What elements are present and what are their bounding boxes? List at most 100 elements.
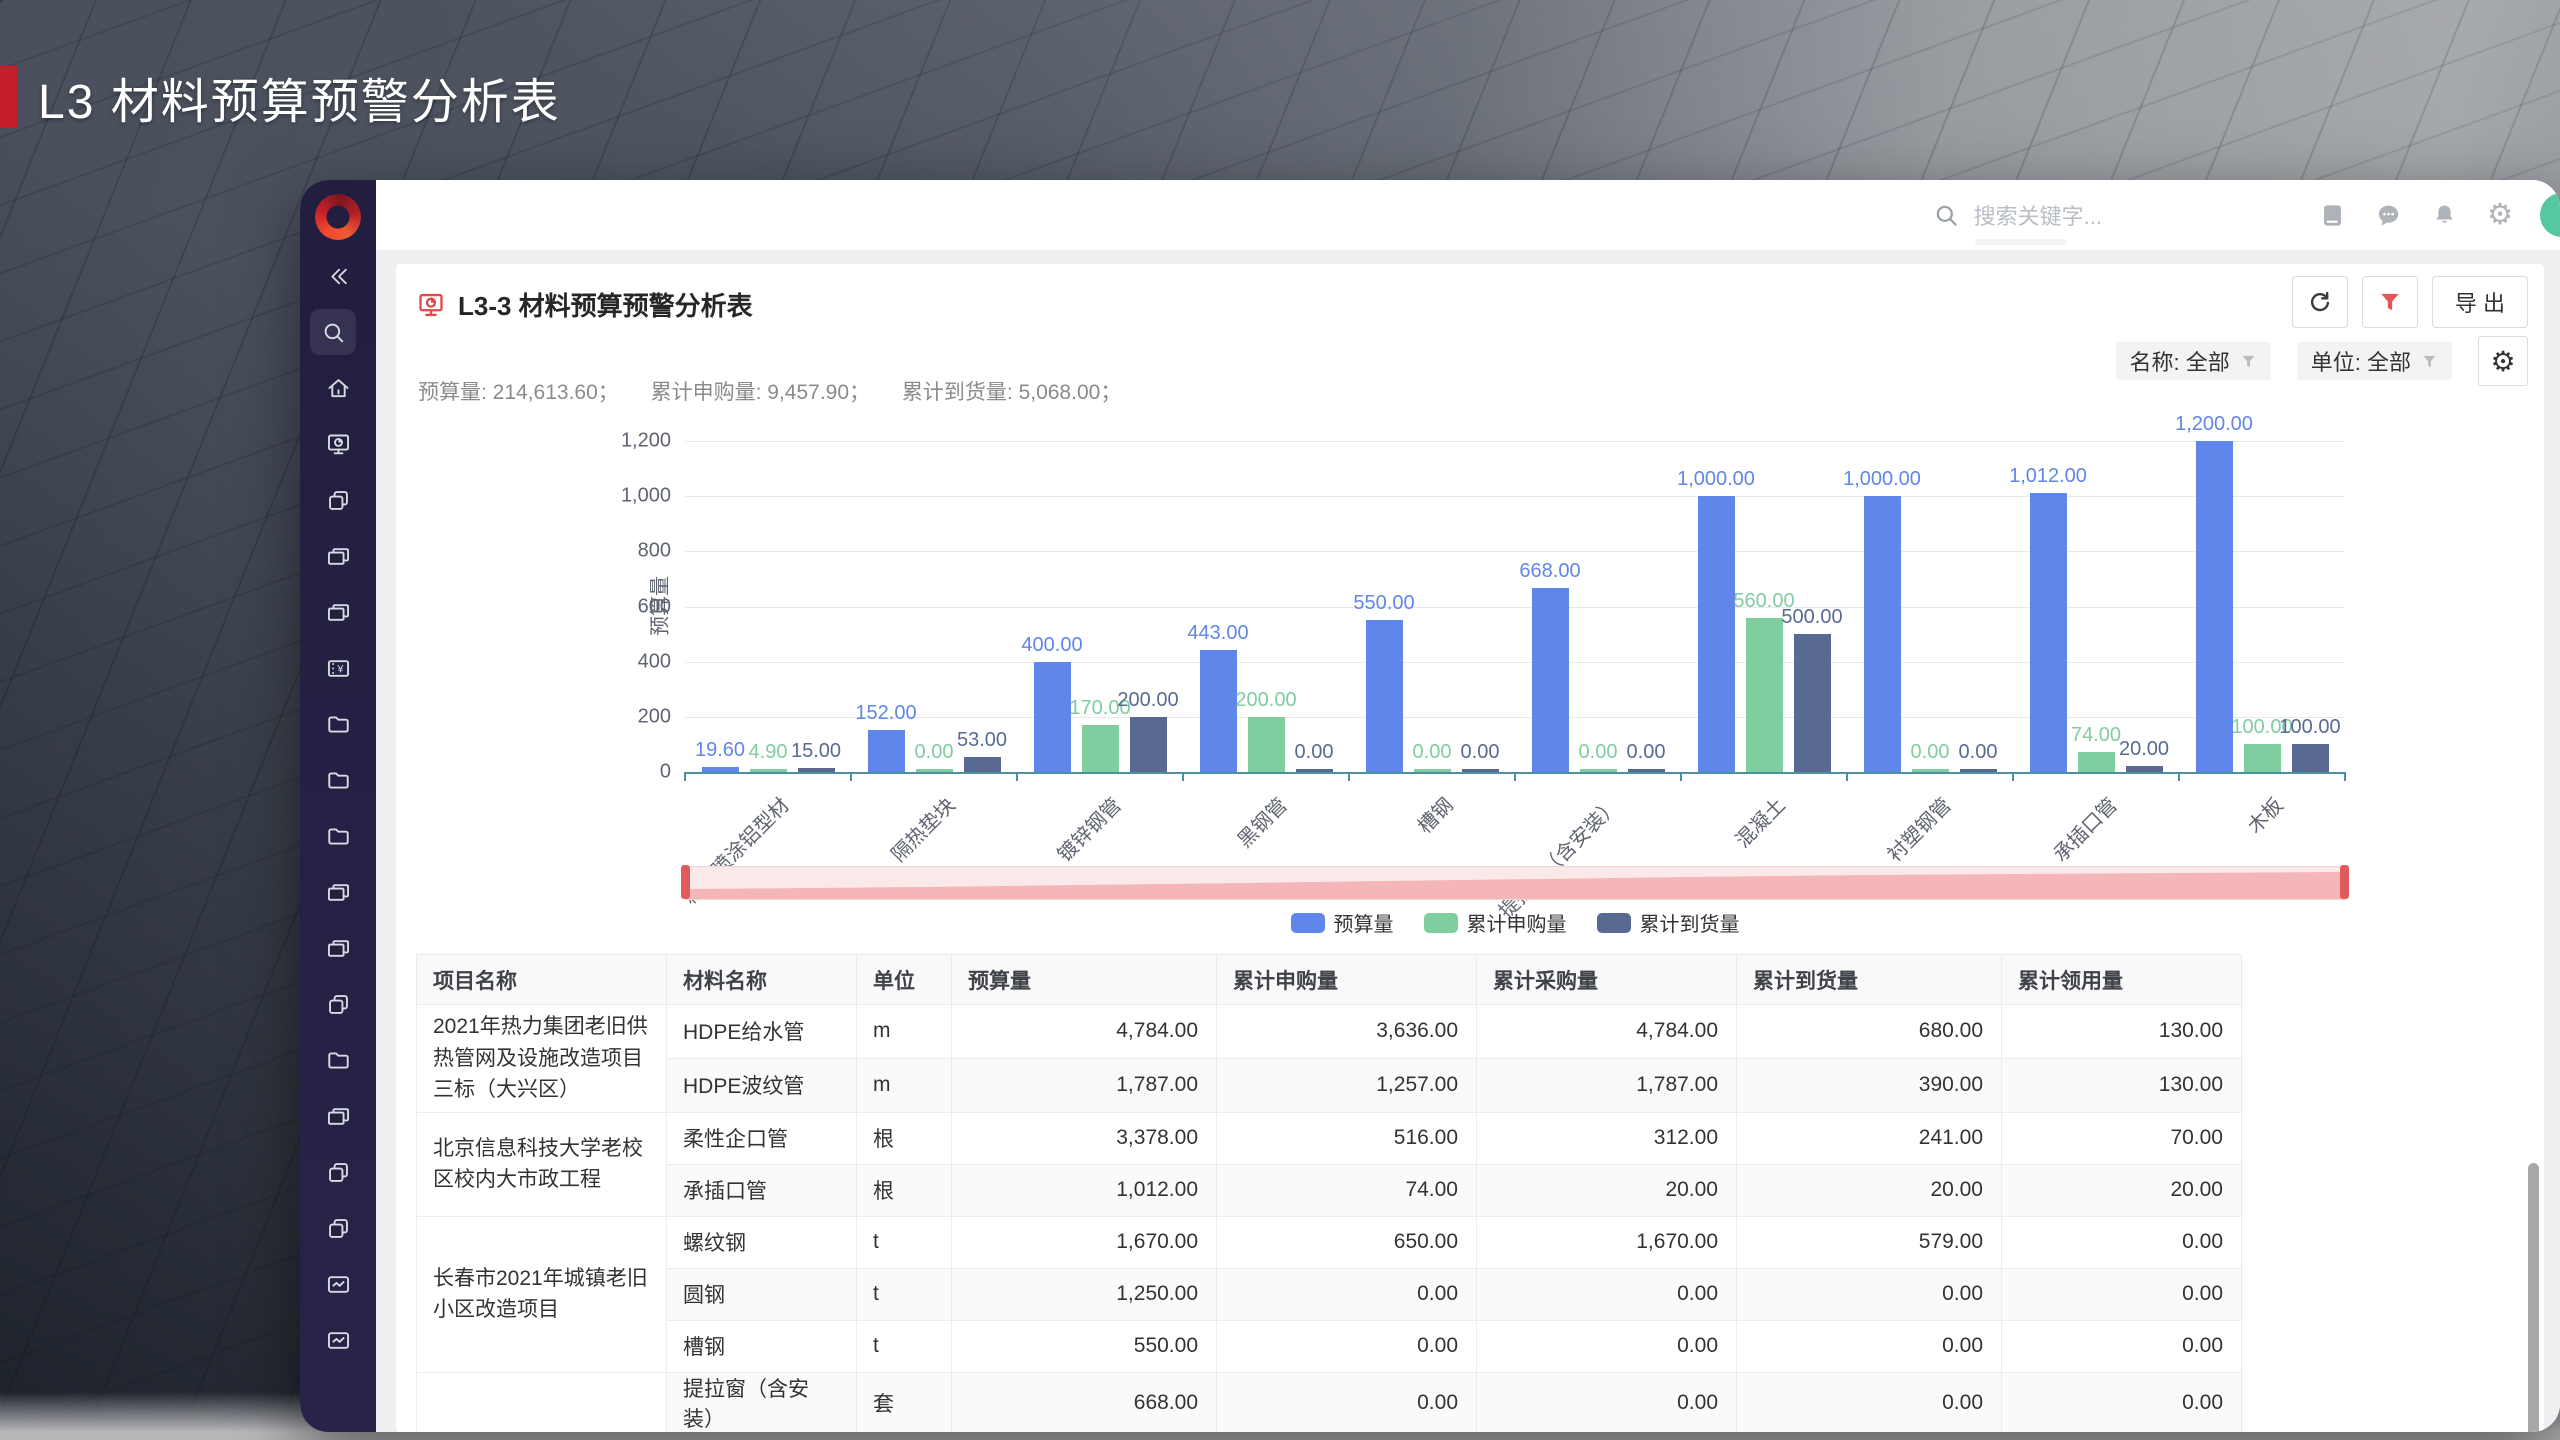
material-cell: HDPE给水管 <box>666 1004 857 1059</box>
value-cell: 130.00 <box>2001 1004 2242 1059</box>
category-label: 木板 <box>2243 794 2288 839</box>
sidebar-item-copy-icon[interactable] <box>310 1144 366 1200</box>
material-cell: 圆钢 <box>666 1267 857 1321</box>
datazoom-right-handle[interactable] <box>2340 865 2349 899</box>
sidebar-item-folder-icon[interactable] <box>310 696 366 752</box>
column-header: 材料名称 <box>666 954 857 1005</box>
legend-swatch <box>1596 912 1631 933</box>
export-button[interactable]: 导 出 <box>2431 276 2528 328</box>
vertical-scrollbar-thumb[interactable] <box>2528 1163 2539 1432</box>
project-cell: 2021年热力集团老旧供热管网及设施改造项目三标（大兴区） <box>416 1004 667 1113</box>
topbar-notebook-icon[interactable] <box>2312 195 2352 235</box>
user-avatar[interactable] <box>2540 193 2560 237</box>
value-cell: 0.00 <box>1476 1267 1737 1321</box>
sidebar: ¥ <box>300 180 376 1432</box>
app-logo[interactable] <box>315 194 361 240</box>
topbar-chat-icon[interactable] <box>2368 195 2408 235</box>
sidebar-item-windows-icon[interactable] <box>310 528 366 584</box>
bar-累计到货量-4 <box>1461 769 1499 772</box>
table-row[interactable]: 北京信息科技大学老校区校内大市政工程 柔性企口管根 3,378.00 516.00 31… <box>416 1111 2242 1217</box>
sidebar-item-windows-icon[interactable] <box>310 584 366 640</box>
sidebar-item-collapse-icon[interactable] <box>310 248 366 304</box>
legend-label: 累计到货量 <box>1639 914 1740 936</box>
category-label: 衬塑钢管 <box>1883 794 1956 867</box>
filter-chip-unit[interactable]: 单位: 全部 <box>2296 342 2452 380</box>
table-row[interactable]: 长春市2021年城镇老旧小区改造项目 螺纹钢 t 1,670.00 650.00 1,67… <box>416 1215 2242 1373</box>
svg-text:¥: ¥ <box>336 663 343 675</box>
bar-累计申购量-4 <box>1413 769 1451 772</box>
refresh-button[interactable] <box>2291 276 2348 328</box>
report-chart-icon <box>419 293 443 316</box>
filter-button[interactable] <box>2361 276 2418 328</box>
legend-swatch <box>1423 912 1458 933</box>
x-axis-tick <box>2012 772 2014 781</box>
legend-item-预算量[interactable]: 预算量 <box>1290 908 1394 937</box>
value-cell: 3,636.00 <box>1216 1004 1477 1059</box>
table-row[interactable]: 圆钢 t 1,250.00 0.00 0.00 0.00 0.00 <box>417 1267 2242 1321</box>
sidebar-item-home-icon[interactable] <box>310 360 366 416</box>
value-cell: 1,787.00 <box>1476 1057 1737 1113</box>
sidebar-item-cash-icon[interactable]: ¥ <box>310 640 366 696</box>
bar-累计申购量-7 <box>1911 769 1949 772</box>
value-cell: 0.00 <box>2001 1319 2242 1373</box>
sidebar-item-search-icon[interactable] <box>310 309 356 355</box>
bar-value-label: 0.00 <box>1626 741 1666 763</box>
bar-value-label: 1,200.00 <box>2175 413 2253 435</box>
topbar-bell-icon[interactable] <box>2424 195 2464 235</box>
table-settings-button[interactable]: ⚙ <box>2478 336 2528 386</box>
legend-item-累计到货量[interactable]: 累计到货量 <box>1596 908 1740 937</box>
sidebar-item-copy-icon[interactable] <box>310 976 366 1032</box>
x-axis-tick <box>1016 772 1018 781</box>
sidebar-item-windows-icon[interactable] <box>310 864 366 920</box>
sidebar-item-windows-icon[interactable] <box>310 920 366 976</box>
sidebar-item-chart-monitor-icon[interactable] <box>310 1256 366 1312</box>
value-cell: 1,012.00 <box>951 1163 1217 1217</box>
x-axis-tick <box>2178 772 2180 781</box>
filter-chip-name-label: 名称: 全部 <box>2129 350 2230 375</box>
datazoom-slider[interactable] <box>681 865 2349 900</box>
x-axis-tick <box>1348 772 1350 781</box>
sidebar-item-copy-icon[interactable] <box>310 472 366 528</box>
sidebar-item-folder-icon[interactable] <box>310 752 366 808</box>
legend-item-累计申购量[interactable]: 累计申购量 <box>1423 908 1567 937</box>
funnel-icon <box>2423 355 2436 367</box>
bar-预算量-5 <box>1531 587 1569 772</box>
value-cell: 70.00 <box>2001 1111 2242 1165</box>
bar-累计到货量-2 <box>1129 716 1167 772</box>
legend-label: 累计申购量 <box>1466 914 1567 936</box>
table-row[interactable]: HDPE波纹管 m 1,787.00 1,257.00 1,787.00 390.00 13… <box>417 1057 2242 1113</box>
value-cell: 20.00 <box>2001 1163 2242 1217</box>
gear-icon: ⚙ <box>2490 345 2516 377</box>
sidebar-item-copy-icon[interactable] <box>310 1200 366 1256</box>
report-card: L3-3 材料预算预警分析表 导 出 名称: 全部 单位: 全部 ⚙ 预算量: … <box>396 264 2544 1432</box>
topbar-gear-icon[interactable]: ⚙ <box>2480 195 2520 235</box>
bar-value-label: 0.00 <box>914 741 954 763</box>
datazoom-left-handle[interactable] <box>681 865 690 899</box>
bar-累计申购量-8 <box>2077 751 2115 772</box>
value-cell: 312.00 <box>1476 1111 1737 1165</box>
value-cell: 579.00 <box>1736 1215 2002 1269</box>
table-row[interactable]: 提拉窗（含安装）套 668.00 0.00 0.00 0.00 0.00 <box>416 1371 2242 1432</box>
sidebar-item-chart-monitor-icon[interactable] <box>310 1312 366 1368</box>
value-cell: 4,784.00 <box>951 1004 1217 1059</box>
bar-chart: 预算量 0 200 400 600 800 1,000 1,200 19.60 4.90 15.0… <box>396 413 2544 954</box>
sidebar-item-dashboard-icon[interactable] <box>310 416 366 472</box>
bar-累计申购量-2 <box>1081 725 1119 772</box>
sidebar-item-windows-icon[interactable] <box>310 1088 366 1144</box>
search-input[interactable]: 搜索关键字... <box>1933 199 2102 245</box>
x-axis-tick <box>1182 772 1184 781</box>
table-row[interactable]: 承插口管根 1,012.00 74.00 20.00 20.00 20.00 <box>417 1163 2242 1217</box>
table-row[interactable]: 槽钢 t 550.00 0.00 0.00 0.00 0.00 <box>417 1319 2242 1373</box>
value-cell: 1,670.00 <box>1476 1215 1737 1269</box>
bar-value-label: 400.00 <box>1021 633 1083 656</box>
table-row[interactable]: 2021年热力集团老旧供热管网及设施改造项目三标（大兴区） HDPE给水管 m 4,7… <box>416 1004 2242 1113</box>
materials-table: 项目名称 材料名称 单位 预算量 累计申购量 累计采购量 累计到货量 累计领用量 2021年热… <box>416 954 2242 1432</box>
filter-chip-name[interactable]: 名称: 全部 <box>2115 342 2271 380</box>
bar-value-label: 4.90 <box>748 741 788 763</box>
sidebar-item-folder-icon[interactable] <box>310 808 366 864</box>
sidebar-item-folder-icon[interactable] <box>310 1032 366 1088</box>
value-cell: 0.00 <box>1736 1267 2002 1321</box>
bar-预算量-6 <box>1697 496 1735 772</box>
bar-value-label: 668.00 <box>1519 559 1581 582</box>
bar-value-label: 200.00 <box>1235 688 1297 711</box>
